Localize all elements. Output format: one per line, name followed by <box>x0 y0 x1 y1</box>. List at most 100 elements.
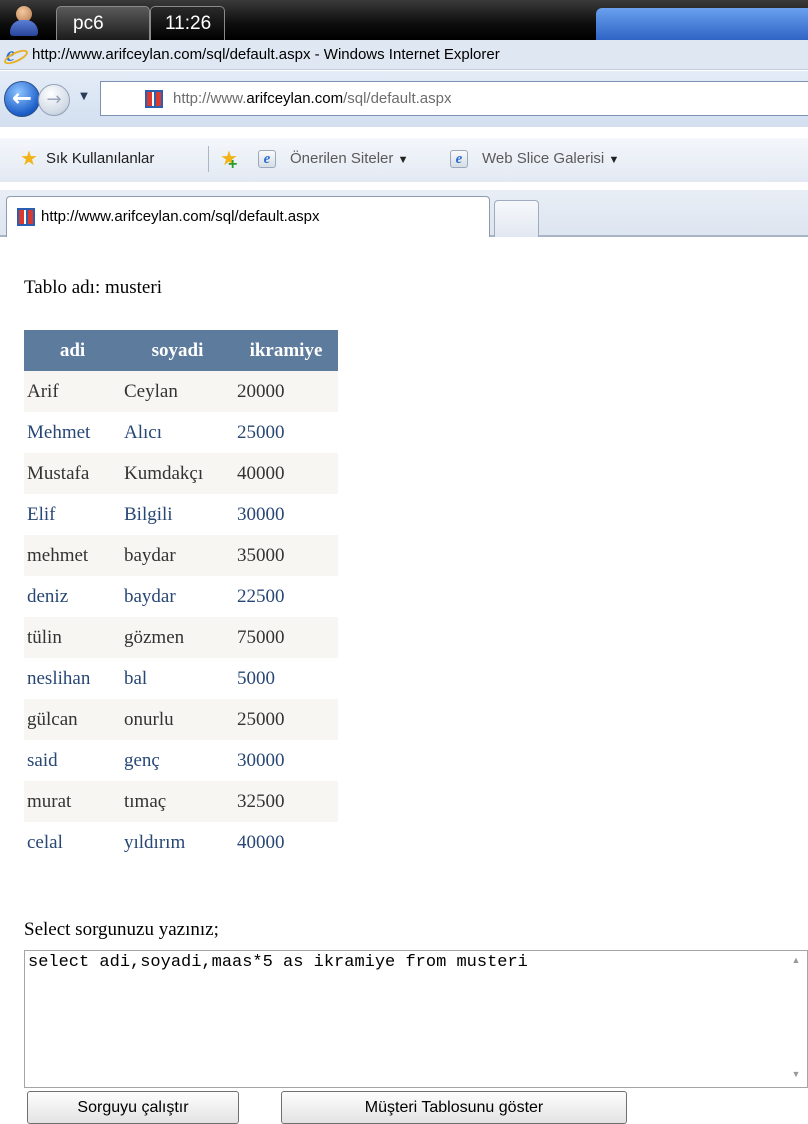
taskbar-active-area[interactable] <box>596 8 808 40</box>
table-row: deniz baydar 22500 <box>24 576 338 617</box>
table-row: mehmet baydar 35000 <box>24 535 338 576</box>
url-path: /sql/default.aspx <box>343 90 452 107</box>
query-prompt-label: Select sorgunuzu yazınız; <box>24 919 219 940</box>
cell-ikramiye: 35000 <box>234 535 338 576</box>
cell-ikramiye: 25000 <box>234 412 338 453</box>
navigation-bar: ← → ▼ http://www.arifceylan.com/sql/defa… <box>0 71 808 127</box>
cell-ikramiye: 32500 <box>234 781 338 822</box>
scroll-up-icon[interactable]: ▲ <box>789 955 803 969</box>
table-row: celal yıldırım 40000 <box>24 822 338 863</box>
cell-adi: said <box>24 740 121 781</box>
cell-soyadi: Kumdakçı <box>121 453 234 494</box>
cell-soyadi: baydar <box>121 576 234 617</box>
favorites-bar: ★ Sık Kullanılanlar ★ e Önerilen Siteler… <box>0 138 808 182</box>
cell-soyadi: gözmen <box>121 617 234 658</box>
cell-ikramiye: 25000 <box>234 699 338 740</box>
table-row: neslihan bal 5000 <box>24 658 338 699</box>
user-tab[interactable]: pc6 <box>56 6 150 40</box>
web-slice-gallery-button[interactable]: Web Slice Galerisi ▼ <box>482 150 619 167</box>
table-row: Arif Ceylan 20000 <box>24 371 338 412</box>
table-row: said genç 30000 <box>24 740 338 781</box>
site-favicon-icon <box>145 90 163 108</box>
back-button[interactable]: ← <box>4 81 40 117</box>
column-header-ikramiye: ikramiye <box>234 330 338 371</box>
cell-soyadi: bal <box>121 658 234 699</box>
cell-soyadi: onurlu <box>121 699 234 740</box>
table-row: Mustafa Kumdakçı 40000 <box>24 453 338 494</box>
cell-soyadi: Bilgili <box>121 494 234 535</box>
tab-current-page[interactable]: http://www.arifceylan.com/sql/default.as… <box>6 196 490 237</box>
site-favicon-icon <box>17 208 35 226</box>
results-grid: adi soyadi ikramiye Arif Ceylan 20000 Me… <box>24 330 338 863</box>
chevron-down-icon: ▼ <box>608 154 620 166</box>
cell-ikramiye: 30000 <box>234 494 338 535</box>
page-content: Tablo adı: musteri adi soyadi ikramiye A… <box>0 239 808 1124</box>
cell-adi: gülcan <box>24 699 121 740</box>
internet-explorer-icon: e <box>258 150 276 168</box>
suggested-sites-label: Önerilen Siteler <box>290 150 394 167</box>
table-row: murat tımaç 32500 <box>24 781 338 822</box>
grid-header-row: adi soyadi ikramiye <box>24 330 338 371</box>
window-title-bar: e http://www.arifceylan.com/sql/default.… <box>0 40 808 70</box>
table-row: tülin gözmen 75000 <box>24 617 338 658</box>
url-prefix: http://www. <box>173 90 247 107</box>
system-taskbar: pc6 11:26 <box>0 0 808 40</box>
url-domain: arifceylan.com <box>246 90 344 107</box>
cell-adi: Elif <box>24 494 121 535</box>
cell-ikramiye: 5000 <box>234 658 338 699</box>
cell-ikramiye: 40000 <box>234 822 338 863</box>
back-arrow-icon: ← <box>11 84 33 112</box>
clock-tab: 11:26 <box>150 6 225 40</box>
cell-soyadi: genç <box>121 740 234 781</box>
tab-bar: http://www.arifceylan.com/sql/default.as… <box>0 190 808 237</box>
window-title: http://www.arifceylan.com/sql/default.as… <box>32 46 500 63</box>
run-query-button[interactable]: Sorguyu çalıştır <box>27 1091 239 1124</box>
favorites-button[interactable]: Sık Kullanılanlar <box>46 150 154 167</box>
internet-explorer-icon: e <box>6 45 24 65</box>
cell-adi: tülin <box>24 617 121 658</box>
column-header-adi: adi <box>24 330 121 371</box>
cell-adi: Arif <box>24 371 121 412</box>
user-avatar-icon[interactable] <box>6 4 42 36</box>
suggested-sites-button[interactable]: Önerilen Siteler ▼ <box>290 150 408 167</box>
cell-adi: deniz <box>24 576 121 617</box>
cell-adi: neslihan <box>24 658 121 699</box>
query-textarea[interactable]: select adi,soyadi,maas*5 as ikramiye fro… <box>24 950 808 1088</box>
tab-label: http://www.arifceylan.com/sql/default.as… <box>41 208 320 225</box>
add-favorite-icon[interactable]: ★ <box>220 149 238 175</box>
query-text[interactable]: select adi,soyadi,maas*5 as ikramiye fro… <box>28 953 778 972</box>
cell-adi: murat <box>24 781 121 822</box>
cell-soyadi: Alıcı <box>121 412 234 453</box>
new-tab-button[interactable] <box>494 200 539 237</box>
web-slice-label: Web Slice Galerisi <box>482 150 605 167</box>
show-customer-table-button[interactable]: Müşteri Tablosunu göster <box>281 1091 627 1124</box>
recent-pages-dropdown[interactable]: ▼ <box>76 89 92 105</box>
cell-adi: celal <box>24 822 121 863</box>
cell-ikramiye: 30000 <box>234 740 338 781</box>
star-icon: ★ <box>20 148 38 170</box>
cell-ikramiye: 22500 <box>234 576 338 617</box>
clock-time: 11:26 <box>165 13 212 34</box>
table-row: gülcan onurlu 25000 <box>24 699 338 740</box>
cell-adi: Mehmet <box>24 412 121 453</box>
user-name-label: pc6 <box>73 13 104 34</box>
cell-adi: mehmet <box>24 535 121 576</box>
chevron-down-icon: ▼ <box>397 154 409 166</box>
forward-arrow-icon: → <box>46 89 62 110</box>
cell-soyadi: Ceylan <box>121 371 234 412</box>
cell-ikramiye: 20000 <box>234 371 338 412</box>
scroll-down-icon[interactable]: ▼ <box>789 1069 803 1083</box>
cell-ikramiye: 75000 <box>234 617 338 658</box>
forward-button[interactable]: → <box>38 84 70 116</box>
cell-ikramiye: 40000 <box>234 453 338 494</box>
cell-adi: Mustafa <box>24 453 121 494</box>
cell-soyadi: baydar <box>121 535 234 576</box>
table-row: Mehmet Alıcı 25000 <box>24 412 338 453</box>
cell-soyadi: tımaç <box>121 781 234 822</box>
address-url[interactable]: http://www.arifceylan.com/sql/default.as… <box>173 90 451 107</box>
column-header-soyadi: soyadi <box>121 330 234 371</box>
favorites-separator <box>208 146 209 172</box>
cell-soyadi: yıldırım <box>121 822 234 863</box>
address-bar[interactable]: http://www.arifceylan.com/sql/default.as… <box>100 81 808 116</box>
internet-explorer-icon: e <box>450 150 468 168</box>
